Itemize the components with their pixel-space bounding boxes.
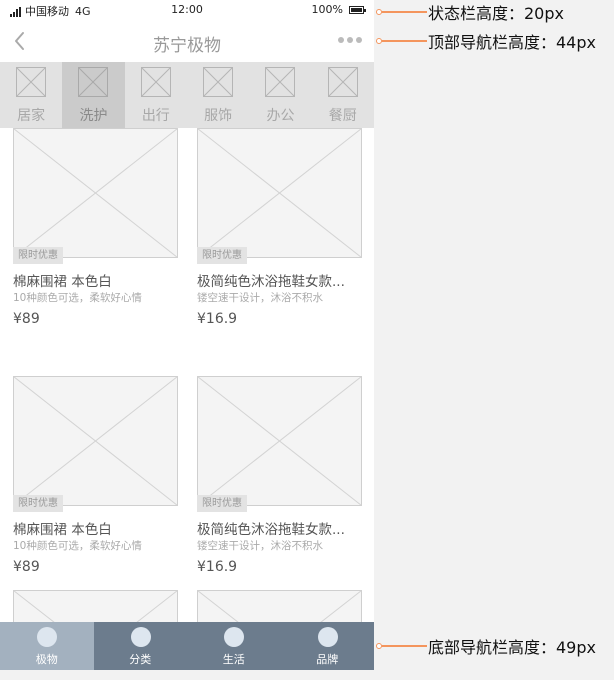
product-name: 棉麻围裙 本色白 <box>13 274 112 290</box>
annotation-text: 状态栏高度：20px <box>428 4 564 23</box>
promo-badge: 限时优惠 <box>197 247 247 264</box>
status-bar: 中国移动 4G 12:00 100% <box>0 0 374 20</box>
tab-label: 生活 <box>222 653 245 666</box>
battery-icon <box>349 5 366 14</box>
image-placeholder-icon <box>327 67 358 97</box>
promo-badge: 限时优惠 <box>13 247 63 264</box>
category-tab-kitchen[interactable]: 餐厨 <box>312 62 374 128</box>
promo-badge: 限时优惠 <box>197 495 247 512</box>
product-description: 10种颜色可选，柔软好心情 <box>13 292 142 304</box>
product-description: 镂空速干设计，沐浴不积水 <box>197 540 323 552</box>
category-tab-apparel[interactable]: 服饰 <box>187 62 249 128</box>
category-label: 洗护 <box>79 108 108 124</box>
annotation-line <box>382 11 427 13</box>
category-label: 出行 <box>141 108 170 124</box>
category-tab-office[interactable]: 办公 <box>249 62 311 128</box>
tab-life[interactable]: 生活 <box>187 622 281 670</box>
product-image-placeholder <box>197 128 362 258</box>
tab-brand[interactable]: 品牌 <box>281 622 375 670</box>
page-title: 苏宁极物 <box>153 36 221 56</box>
annotation-line <box>382 645 427 647</box>
annotation-top-navbar: 顶部导航栏高度：44px <box>376 31 596 52</box>
product-image-placeholder <box>13 376 178 506</box>
category-label: 办公 <box>266 108 295 124</box>
more-dots-icon[interactable] <box>338 37 362 43</box>
tab-circle-icon <box>224 627 244 647</box>
battery-label: 100% <box>311 3 343 16</box>
category-label: 服饰 <box>204 108 233 124</box>
product-price: ¥89 <box>13 311 40 327</box>
category-label: 居家 <box>17 108 46 124</box>
phone-screen: 中国移动 4G 12:00 100% 苏宁极物 居家 洗护 出行 服饰 办公 餐… <box>0 0 374 670</box>
category-tab-home[interactable]: 居家 <box>0 62 62 128</box>
product-price: ¥16.9 <box>197 559 238 575</box>
image-placeholder-icon <box>16 67 46 97</box>
image-placeholder-icon <box>78 67 109 97</box>
annotation-line <box>382 40 427 42</box>
tab-circle-icon <box>317 627 338 647</box>
product-image-placeholder <box>13 128 178 258</box>
annotation-text: 底部导航栏高度：49px <box>428 638 596 657</box>
top-navbar: 苏宁极物 <box>0 20 374 64</box>
product-name: 极简纯色沐浴拖鞋女款... <box>197 522 345 538</box>
tab-circle-icon <box>37 627 57 647</box>
tab-label: 分类 <box>129 653 152 666</box>
product-description: 10种颜色可选，柔软好心情 <box>13 540 142 552</box>
category-label: 餐厨 <box>328 108 357 124</box>
tab-label: 品牌 <box>316 653 339 666</box>
annotation-text: 顶部导航栏高度：44px <box>428 33 596 52</box>
bottom-tabbar: 极物 分类 生活 品牌 <box>0 622 374 670</box>
tab-jiwu[interactable]: 极物 <box>0 622 94 670</box>
product-price: ¥89 <box>13 559 40 575</box>
category-tab-care[interactable]: 洗护 <box>62 62 125 128</box>
product-name: 棉麻围裙 本色白 <box>13 522 112 538</box>
category-tab-travel[interactable]: 出行 <box>125 62 187 128</box>
product-price: ¥16.9 <box>197 311 238 327</box>
annotation-status-bar: 状态栏高度：20px <box>376 2 564 23</box>
product-name: 极简纯色沐浴拖鞋女款... <box>197 274 345 290</box>
annotation-bottom-navbar: 底部导航栏高度：49px <box>376 636 596 657</box>
category-tabs: 居家 洗护 出行 服饰 办公 餐厨 <box>0 62 374 128</box>
image-placeholder-icon <box>265 67 296 97</box>
image-placeholder-icon <box>202 67 233 97</box>
tab-category[interactable]: 分类 <box>94 622 188 670</box>
tab-circle-icon <box>130 627 151 647</box>
image-placeholder-icon <box>140 67 171 97</box>
tab-label: 极物 <box>35 653 58 666</box>
product-image-placeholder <box>197 376 362 506</box>
promo-badge: 限时优惠 <box>13 495 63 512</box>
status-right: 100% <box>311 3 366 16</box>
product-description: 镂空速干设计，沐浴不积水 <box>197 292 323 304</box>
